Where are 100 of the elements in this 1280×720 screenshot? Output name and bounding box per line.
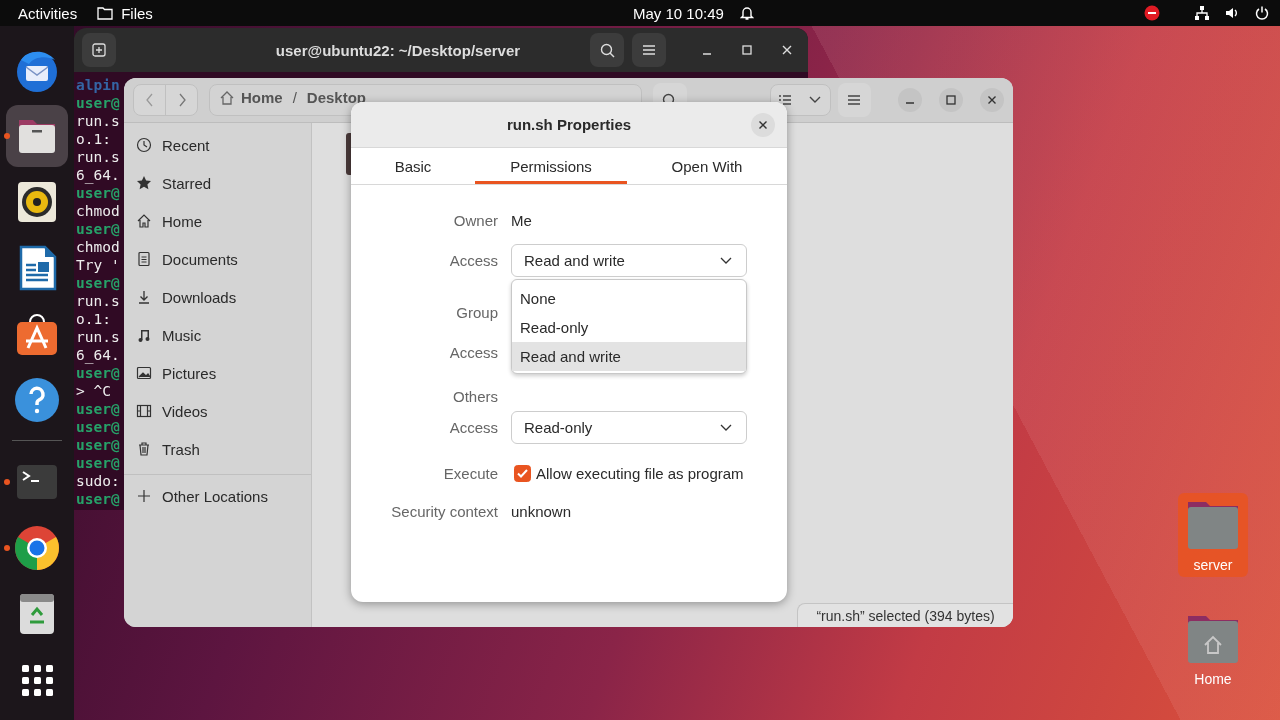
do-not-disturb-icon[interactable] — [1144, 5, 1160, 21]
menu-icon — [642, 44, 656, 56]
picture-icon — [136, 365, 152, 381]
sidebar-item[interactable]: Pictures — [124, 354, 311, 392]
terminal-line: Try ' — [76, 256, 120, 274]
sidebar-item[interactable]: Music — [124, 316, 311, 354]
sidebar-item[interactable]: Videos — [124, 392, 311, 430]
dialog-title: run.sh Properties — [506, 116, 632, 133]
terminal-line: o.1: — [76, 310, 112, 328]
terminal-line: 6_64. — [76, 346, 120, 364]
path-segment[interactable]: Desktop — [306, 90, 366, 106]
trash-icon — [136, 441, 152, 457]
sidebar-item[interactable]: Downloads — [124, 278, 311, 316]
checkbox[interactable] — [514, 464, 531, 482]
home-icon — [136, 213, 152, 229]
terminal-line: user@ — [76, 364, 120, 382]
home-icon — [218, 90, 235, 106]
terminal-line: alpin — [76, 76, 120, 94]
terminal-line: chmod — [76, 238, 120, 256]
maximize-button[interactable] — [939, 88, 963, 112]
help-icon — [13, 376, 61, 424]
folder-icon — [1185, 499, 1241, 551]
field-label: Owner — [452, 211, 498, 229]
tab[interactable]: Open With — [627, 148, 787, 184]
plus-icon — [136, 488, 152, 504]
terminal-line: o.1: — [76, 130, 112, 148]
terminal-line: user@ — [76, 436, 120, 454]
minimize-button[interactable] — [898, 88, 922, 112]
search-icon — [599, 42, 615, 58]
sidebar-item[interactable]: Trash — [124, 430, 311, 468]
checkbox-label[interactable]: Allow executing file as program — [536, 464, 744, 482]
dock-separator — [12, 440, 62, 441]
tab[interactable]: Permissions — [475, 148, 627, 184]
terminal-line: 6_64. — [76, 166, 120, 184]
folder-icon — [97, 6, 114, 20]
sidebar-item[interactable]: Starred — [124, 164, 311, 202]
field-label: Others — [452, 387, 498, 405]
new-tab-button[interactable] — [82, 33, 116, 67]
menu-option[interactable]: Read and write — [512, 342, 746, 371]
terminal-line: user@ — [76, 184, 120, 202]
window-title: user@ubuntu22: ~/Desktop/server — [274, 41, 522, 59]
home-folder-icon — [1185, 613, 1241, 665]
terminal-line: sudo: — [76, 472, 120, 490]
access-dropdown[interactable]: Read-only — [511, 411, 747, 444]
status-bar: “run.sh” selected (394 bytes) — [797, 603, 1013, 627]
sidebar-item[interactable]: Other Locations — [124, 477, 311, 515]
access-dropdown[interactable]: Read and write — [511, 244, 747, 277]
chevron-left-icon — [144, 93, 155, 107]
desktop-icon[interactable]: server — [1178, 493, 1248, 577]
chevron-down-icon — [720, 423, 732, 432]
close-button[interactable] — [751, 113, 775, 137]
music-icon — [136, 327, 152, 343]
field-label: Access — [448, 419, 498, 436]
terminal-line: user@ — [76, 418, 120, 436]
document-icon — [136, 251, 152, 267]
sidebar-item[interactable]: Documents — [124, 240, 311, 278]
owner-value: Me — [511, 211, 532, 229]
field-label: Group — [455, 303, 498, 321]
clock-icon — [136, 137, 152, 153]
sidebar-item[interactable]: Home — [124, 202, 311, 240]
field-label: Access — [448, 252, 498, 269]
chevron-down-icon — [808, 96, 821, 104]
terminal-line: run.s — [76, 328, 120, 346]
field-label: Execute — [442, 464, 498, 482]
network-icon[interactable] — [1194, 5, 1210, 21]
bell-icon — [739, 5, 754, 21]
menu-button[interactable] — [632, 33, 666, 67]
terminal-line: user@ — [76, 220, 120, 238]
desktop-icon[interactable]: Home — [1178, 607, 1248, 691]
terminal-line: user@ — [76, 490, 120, 508]
path-segment[interactable]: Home — [240, 90, 283, 106]
sidebar-item[interactable]: Recent — [124, 126, 311, 164]
menu-button[interactable] — [837, 83, 871, 117]
terminal-line: user@ — [76, 400, 120, 418]
new-tab-icon — [92, 43, 106, 57]
terminal-line: user@ — [76, 94, 120, 112]
download-icon — [136, 289, 152, 305]
list-icon — [778, 94, 793, 106]
volume-icon[interactable] — [1224, 5, 1240, 21]
power-icon[interactable] — [1254, 5, 1270, 21]
clock[interactable]: May 10 10:49 — [633, 4, 724, 22]
dock-item[interactable] — [6, 105, 68, 167]
browser-icon — [13, 524, 61, 572]
tab[interactable]: Basic — [351, 148, 475, 184]
terminal-line: run.s — [76, 112, 120, 130]
field-label: Access — [448, 343, 498, 361]
terminal-line: run.s — [76, 148, 120, 166]
search-button[interactable] — [590, 33, 624, 67]
app-menu[interactable]: Files — [97, 4, 153, 22]
activities-button[interactable]: Activities — [18, 4, 78, 22]
star-icon — [136, 175, 152, 191]
terminal-line: chmod — [76, 202, 120, 220]
chevron-down-icon — [720, 256, 732, 265]
terminal-line: run.s — [76, 292, 120, 310]
terminal-line: > ^C — [76, 382, 111, 400]
menu-icon — [847, 94, 862, 106]
path-separator: / — [291, 90, 298, 106]
menu-option[interactable]: Read-only — [512, 313, 746, 342]
menu-option[interactable]: None — [512, 284, 746, 313]
film-icon — [136, 403, 152, 419]
